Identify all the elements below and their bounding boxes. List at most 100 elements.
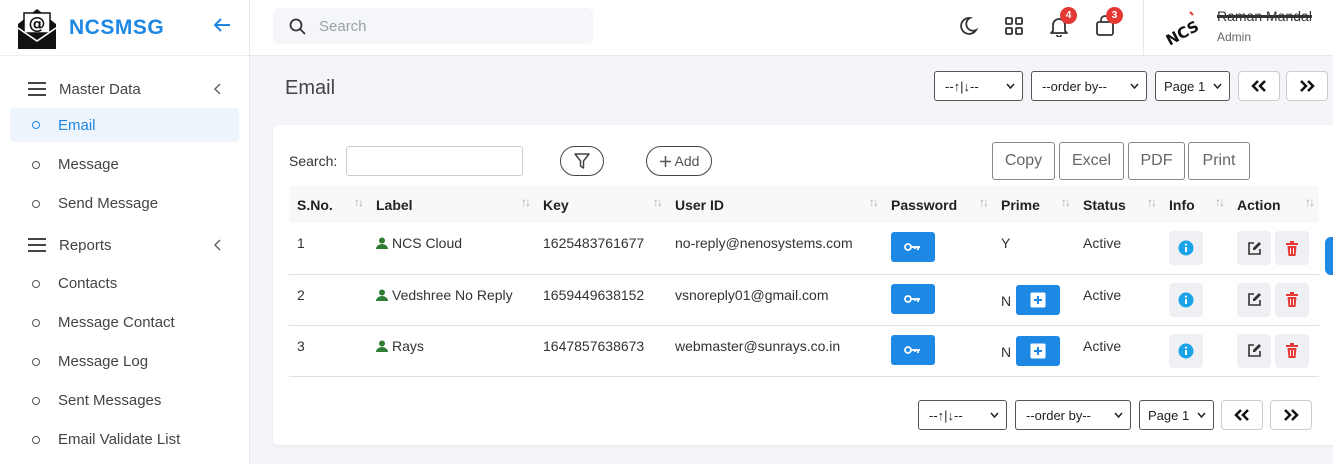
moon-icon[interactable] [957, 15, 979, 37]
sort-icon: ↑↓ [354, 195, 364, 209]
sort-select[interactable]: --↑|↓-- [934, 71, 1023, 101]
trash-icon [1286, 240, 1298, 256]
email-table: S.No. ↑↓ Label ↑↓ Key ↑↓ User ID ↑↓ Password… [289, 186, 1319, 377]
menu-icon [28, 238, 46, 252]
delete-button[interactable] [1275, 333, 1309, 368]
table-header-row: S.No. ↑↓ Label ↑↓ Key ↑↓ User ID ↑↓ Password… [289, 186, 1319, 223]
sidebar-item-label: Contacts [58, 275, 118, 292]
bottom-sort-select[interactable]: --↑|↓-- [918, 400, 1007, 430]
info-button[interactable] [1169, 282, 1203, 317]
user-menu[interactable]: NCS Raman Mandal Admin [1143, 0, 1333, 56]
nav-section-reports[interactable]: Reports [0, 226, 249, 264]
order-by-select[interactable]: --order by-- [1031, 71, 1147, 101]
sidebar-item-label: Message Contact [58, 314, 175, 331]
show-password-button[interactable] [891, 232, 935, 262]
info-button[interactable] [1169, 231, 1203, 265]
chevron-down-icon [1130, 83, 1139, 89]
print-button[interactable]: Print [1188, 142, 1250, 180]
edit-button[interactable] [1237, 282, 1271, 317]
column-header-user-id[interactable]: User ID ↑↓ [667, 186, 883, 223]
column-header-password[interactable]: Password ↑↓ [883, 186, 993, 223]
excel-button[interactable]: Excel [1059, 142, 1124, 180]
set-prime-button[interactable] [1016, 284, 1061, 315]
column-label: Info [1169, 196, 1195, 213]
chevron-down-icon [1006, 83, 1015, 89]
sidebar-item-email-validate-list[interactable]: Email Validate List [10, 420, 239, 459]
arrow-left-icon[interactable] [211, 14, 233, 36]
bottom-page-select[interactable]: Page 1 [1139, 400, 1214, 430]
delete-button[interactable] [1275, 231, 1309, 265]
plus-square-icon [1030, 292, 1046, 307]
menu-icon [28, 82, 46, 96]
info-icon [1178, 240, 1194, 256]
table-search-input[interactable] [346, 146, 523, 176]
column-header-key[interactable]: Key ↑↓ [535, 186, 667, 223]
chevron-down-icon [1213, 83, 1222, 89]
last-page-button[interactable] [1286, 71, 1328, 101]
cell-status: Active [1075, 274, 1161, 326]
double-chevron-left-icon [1251, 80, 1266, 92]
column-header-status[interactable]: Status ↑↓ [1075, 186, 1161, 223]
cell-key: 1647857638673 [535, 325, 667, 377]
column-header-info[interactable]: Info ↑↓ [1161, 186, 1229, 223]
double-chevron-right-icon [1284, 409, 1299, 421]
show-password-button[interactable] [891, 334, 935, 365]
edit-button[interactable] [1237, 231, 1271, 265]
edit-icon [1247, 344, 1261, 357]
double-chevron-right-icon [1300, 80, 1315, 92]
circle-icon [32, 396, 40, 405]
edit-icon [1247, 241, 1261, 255]
first-page-button[interactable] [1238, 71, 1280, 101]
copy-button[interactable]: Copy [992, 142, 1055, 180]
page-select[interactable]: Page 1 [1155, 71, 1230, 101]
column-header-action[interactable]: Action ↑↓ [1229, 186, 1319, 223]
svg-text:@: @ [29, 14, 46, 34]
key-icon [904, 345, 920, 354]
cell-password [883, 223, 993, 275]
sidebar-item-message[interactable]: Message [10, 145, 239, 184]
cell-key: 1659449638152 [535, 274, 667, 326]
sort-icon: ↑↓ [653, 195, 663, 209]
edit-button[interactable] [1237, 333, 1271, 368]
settings-drawer-tab[interactable] [1325, 237, 1333, 275]
circle-icon [32, 279, 40, 288]
sort-icon: ↑↓ [869, 195, 879, 209]
cell-password [883, 274, 993, 326]
add-button[interactable]: Add [646, 146, 712, 176]
sidebar-item-contacts[interactable]: Contacts [10, 264, 239, 303]
bottom-first-page-button[interactable] [1221, 400, 1263, 430]
column-header-prime[interactable]: Prime ↑↓ [993, 186, 1075, 223]
sidebar-item-email[interactable]: Email [10, 108, 239, 142]
nav-section-master-data[interactable]: Master Data [0, 70, 249, 108]
cell-sno: 2 [289, 274, 368, 326]
sidebar-item-label: Email [58, 116, 96, 134]
grid-icon[interactable] [1003, 15, 1025, 37]
set-prime-button[interactable] [1016, 335, 1061, 366]
prime-wrap: N [1001, 335, 1075, 366]
sort-icon: ↑↓ [521, 195, 531, 209]
delete-button[interactable] [1275, 282, 1309, 317]
cart-badge: 3 [1106, 7, 1123, 24]
column-label: Label [376, 196, 413, 213]
info-button[interactable] [1169, 333, 1203, 368]
prime-wrap: N [1001, 284, 1075, 315]
column-label: Key [543, 196, 569, 213]
info-icon [1178, 292, 1194, 307]
column-header-sno[interactable]: S.No. ↑↓ [289, 186, 368, 223]
nav-section-label: Reports [59, 236, 112, 254]
global-search [273, 8, 593, 44]
user-icon [376, 289, 388, 301]
circle-icon [32, 435, 40, 444]
bottom-last-page-button[interactable] [1270, 400, 1312, 430]
search-input[interactable] [319, 17, 569, 35]
column-header-label[interactable]: Label ↑↓ [368, 186, 535, 223]
sidebar-item-sent-messages[interactable]: Sent Messages [10, 381, 239, 420]
sidebar-item-message-log[interactable]: Message Log [10, 342, 239, 381]
sidebar-item-message-contact[interactable]: Message Contact [10, 303, 239, 342]
pdf-button[interactable]: PDF [1128, 142, 1185, 180]
filter-button[interactable] [560, 146, 604, 176]
circle-icon [32, 318, 40, 327]
bottom-order-by-select[interactable]: --order by-- [1015, 400, 1131, 430]
sidebar-item-send-message[interactable]: Send Message [10, 184, 239, 223]
show-password-button[interactable] [891, 283, 935, 314]
